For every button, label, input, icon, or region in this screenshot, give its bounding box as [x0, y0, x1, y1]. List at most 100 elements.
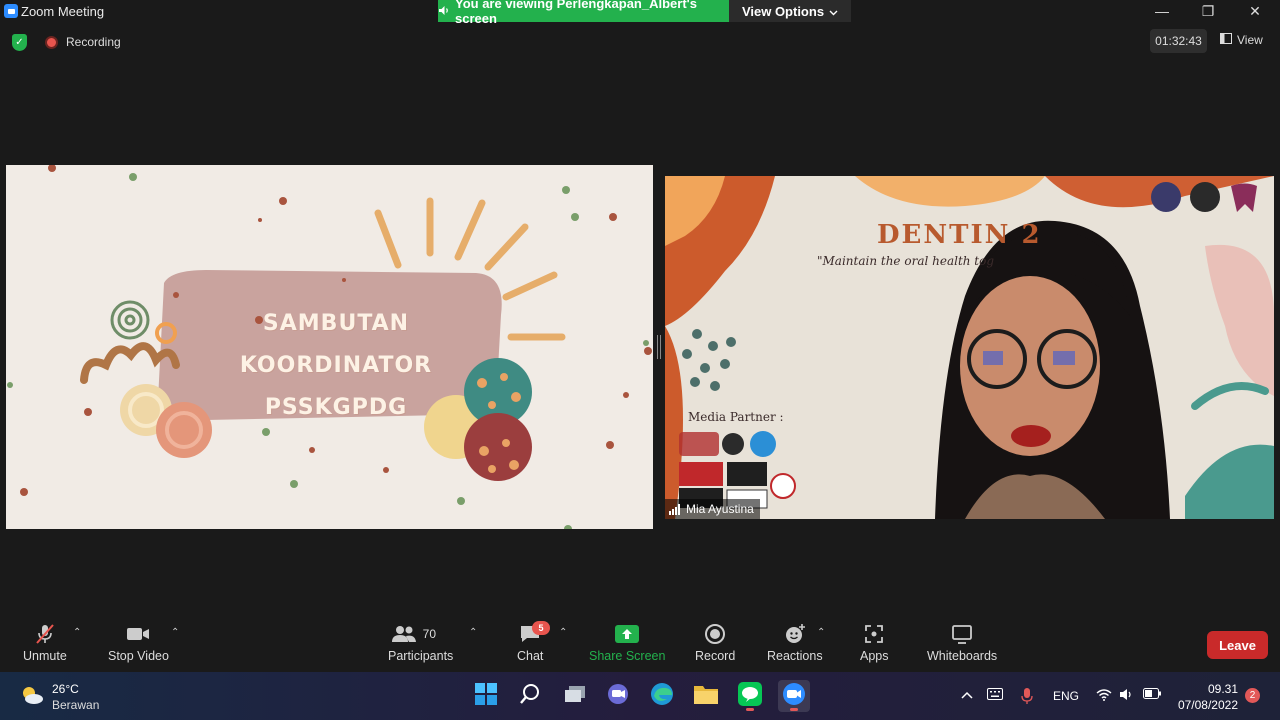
stop-video-label: Stop Video	[108, 649, 169, 663]
unmute-label: Unmute	[23, 649, 67, 663]
event-title: DENTIN 2	[877, 220, 1042, 250]
edge-browser-icon	[650, 682, 674, 711]
close-icon: ✕	[1249, 2, 1261, 19]
window-title: Zoom Meeting	[21, 4, 105, 19]
zoom-icon	[782, 682, 806, 711]
notification-count-badge[interactable]: 2	[1245, 688, 1260, 703]
chevron-down-icon	[829, 4, 838, 19]
edge-browser-button[interactable]	[646, 680, 678, 712]
screen-share-banner: You are viewing Perlengkapan_Albert's sc…	[438, 0, 729, 26]
window-title-bar: Zoom Meeting You are viewing Perlengkapa…	[0, 0, 1280, 26]
minimize-icon: —	[1155, 3, 1169, 19]
grid-view-icon	[1220, 33, 1232, 47]
reactions-options-caret-icon[interactable]: ⌃	[817, 627, 825, 638]
share-screen-icon	[615, 623, 640, 645]
reactions-label: Reactions	[767, 649, 823, 663]
line-app-icon	[738, 681, 762, 711]
wifi-icon[interactable]	[1096, 688, 1112, 704]
whiteboards-label: Whiteboards	[927, 649, 998, 663]
apps-icon	[862, 623, 886, 645]
audio-options-caret-icon[interactable]: ⌃	[73, 627, 81, 638]
minimize-button[interactable]: —	[1139, 0, 1185, 22]
weather-condition[interactable]: Berawan	[52, 698, 99, 712]
speaker-video-tile[interactable]: DENTIN 2 "Maintain the oral health tog M…	[665, 176, 1274, 519]
chat-unread-badge: 5	[532, 621, 550, 635]
zoom-app-icon	[4, 4, 18, 18]
restore-icon: ❐	[1201, 2, 1215, 19]
meeting-toolbar: Unmute ⌃ Stop Video ⌃ 70 Participants ⌃ …	[0, 617, 1280, 672]
video-options-caret-icon[interactable]: ⌃	[171, 627, 179, 638]
keyboard-icon[interactable]	[987, 688, 1003, 703]
system-clock[interactable]: 09.31 07/08/2022	[1172, 681, 1238, 713]
search-icon	[519, 683, 541, 710]
meeting-timer: 01:32:43	[1150, 29, 1207, 53]
folder-icon	[693, 683, 719, 710]
whiteboard-icon	[950, 623, 974, 645]
line-app-button[interactable]	[734, 680, 766, 712]
recording-label: Recording	[66, 35, 121, 49]
event-tagline: "Maintain the oral health tog	[817, 254, 995, 268]
file-explorer-button[interactable]	[690, 680, 722, 712]
whiteboards-button[interactable]: Whiteboards	[927, 623, 997, 663]
shared-screen-slide: SAMBUTAN KOORDINATOR PSSKGPDG	[6, 165, 653, 529]
microphone-in-use-icon[interactable]	[1021, 688, 1033, 707]
view-options-label: View Options	[741, 3, 825, 19]
start-button[interactable]	[470, 680, 502, 712]
stop-video-button[interactable]: Stop Video	[108, 623, 169, 663]
line-app-running-indicator	[746, 708, 754, 711]
windows-taskbar: 26°C Berawan ENG 09.31 07/08/2022 2	[0, 672, 1280, 720]
taskbar-search[interactable]	[514, 680, 546, 712]
clock-date: 07/08/2022	[1177, 698, 1238, 712]
emoji-reaction-icon	[783, 623, 807, 645]
view-label: View	[1237, 33, 1263, 47]
volume-icon[interactable]	[1119, 688, 1133, 704]
slide-title-line-1: SAMBUTAN	[262, 311, 410, 336]
view-button[interactable]: View	[1220, 33, 1263, 47]
encryption-shield-icon[interactable]: ✓	[12, 34, 27, 51]
participant-name-tag: Mia Ayustina	[665, 499, 760, 519]
slide-title: SAMBUTAN KOORDINATOR PSSKGPDG	[166, 303, 506, 429]
battery-icon[interactable]	[1143, 688, 1161, 702]
task-view-button[interactable]	[559, 680, 591, 712]
task-view-icon	[563, 684, 587, 709]
chat-options-caret-icon[interactable]: ⌃	[559, 627, 567, 638]
share-screen-button[interactable]: Share Screen	[589, 623, 665, 663]
participants-icon: 70	[391, 623, 451, 645]
participants-label: Participants	[388, 649, 454, 663]
record-button[interactable]: Record	[695, 623, 735, 663]
zoom-app-button[interactable]	[778, 680, 810, 712]
video-camera-icon	[126, 623, 150, 645]
slide-title-line-2: KOORDINATOR PSSKGPDG	[239, 353, 433, 420]
zoom-running-indicator	[790, 708, 798, 711]
share-banner-text: You are viewing Perlengkapan_Albert's sc…	[455, 0, 697, 26]
teams-chat-button[interactable]	[602, 680, 634, 712]
recording-icon	[45, 36, 58, 49]
view-options-button[interactable]: View Options	[729, 0, 851, 22]
panel-resize-handle[interactable]	[657, 335, 661, 359]
chat-label: Chat	[517, 649, 544, 663]
cloudy-weather-icon[interactable]	[20, 685, 44, 705]
participant-name: Mia Ayustina	[686, 502, 754, 516]
participants-button[interactable]: 70 Participants	[388, 623, 453, 663]
connection-signal-icon	[669, 503, 680, 515]
input-language[interactable]: ENG	[1053, 689, 1079, 703]
record-icon	[703, 623, 727, 645]
muted-microphone-icon	[33, 623, 57, 645]
unmute-button[interactable]: Unmute	[23, 623, 67, 663]
reactions-button[interactable]: Reactions	[767, 623, 823, 663]
media-partner-label: Media Partner :	[688, 410, 784, 424]
participants-options-caret-icon[interactable]: ⌃	[469, 627, 477, 638]
share-screen-label: Share Screen	[589, 649, 666, 663]
participants-count: 70	[422, 627, 437, 641]
windows-logo-icon	[475, 682, 497, 710]
record-label: Record	[695, 649, 736, 663]
show-hidden-icons-chevron-icon[interactable]	[961, 688, 973, 702]
speaker-icon	[438, 4, 450, 19]
teams-chat-icon	[606, 683, 630, 710]
leave-meeting-button[interactable]: Leave	[1207, 631, 1268, 659]
apps-button[interactable]: Apps	[860, 623, 889, 663]
weather-temperature[interactable]: 26°C	[52, 682, 79, 696]
restore-button[interactable]: ❐	[1185, 0, 1231, 22]
clock-time: 09.31	[1207, 682, 1238, 696]
close-button[interactable]: ✕	[1232, 0, 1278, 22]
